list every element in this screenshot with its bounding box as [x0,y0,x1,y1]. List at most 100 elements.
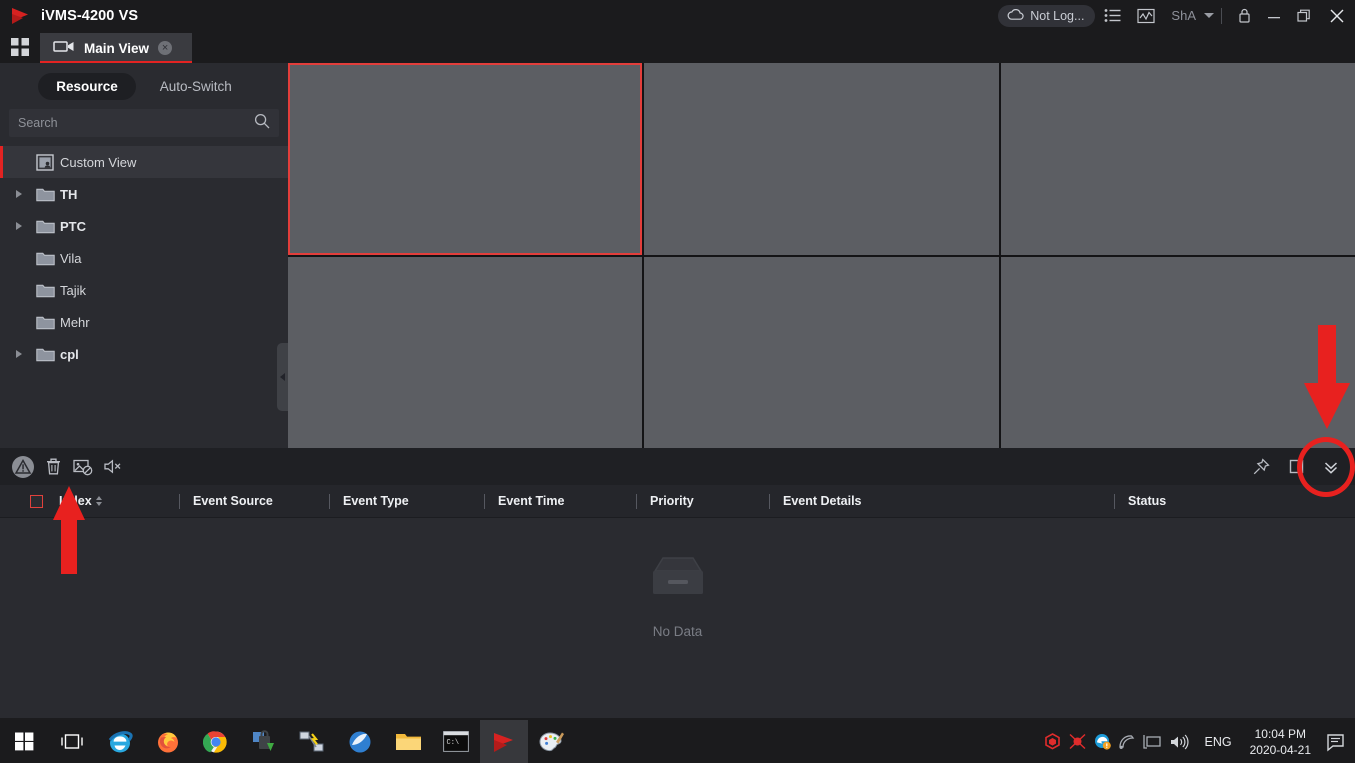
chrome-icon[interactable] [192,720,240,763]
sidebar-item-label: TH [60,187,77,202]
play-logo-icon [10,5,32,27]
tab-resource[interactable]: Resource [38,73,136,100]
column-header-event-time[interactable]: Event Time [484,485,636,518]
column-label: Event Time [498,494,564,508]
minimize-icon[interactable] [1259,0,1289,31]
language-indicator[interactable]: ENG [1195,735,1242,749]
chart-icon[interactable] [1129,0,1163,31]
column-header-index[interactable]: Index [59,485,179,518]
video-pane-4[interactable] [288,257,642,449]
empty-state-label: No Data [653,624,703,639]
maximize-icon[interactable] [1289,0,1319,31]
paint-icon[interactable] [528,720,576,763]
column-header-status[interactable]: Status [1114,485,1314,518]
apps-grid-icon[interactable] [0,31,40,63]
sidebar-item-custom-view[interactable]: Custom View [0,146,288,178]
tab-main-view[interactable]: Main View × [40,33,192,63]
command-prompt-icon[interactable]: C:\ [432,720,480,763]
sidebar-segment-control: Resource Auto-Switch [0,63,288,109]
search-input[interactable] [18,116,254,130]
clock-time: 10:04 PM [1250,726,1311,742]
app-title: iVMS-4200 VS [41,8,138,24]
camera-icon [53,39,75,58]
windows-start-icon[interactable] [0,720,48,763]
sidebar-item-tajik[interactable]: Tajik [0,274,288,306]
sidebar-item-cpl[interactable]: cpl [0,338,288,370]
circle-around-collapse-panel [1297,437,1355,497]
lock-icon[interactable] [1229,0,1259,31]
internet-explorer-icon[interactable] [96,720,144,763]
sidebar-item-label: cpl [60,347,79,362]
expand-arrow-icon[interactable] [8,190,30,198]
security-lock-icon[interactable] [240,720,288,763]
sidebar-item-mehr[interactable]: Mehr [0,306,288,338]
column-header-priority[interactable]: Priority [636,485,769,518]
title-bar: iVMS-4200 VS Not Log... [0,0,1355,31]
ivms-4200-icon[interactable] [480,720,528,763]
clock[interactable]: 10:04 PM 2020-04-21 [1242,726,1319,758]
folder-icon [30,251,60,266]
sidebar-item-th[interactable]: TH [0,178,288,210]
column-label: Status [1128,494,1166,508]
folder-icon [30,283,60,298]
sidebar-item-vila[interactable]: Vila [0,242,288,274]
tab-bar: Main View × [0,31,1355,63]
svg-text:C:\: C:\ [447,739,460,747]
select-all-checkbox[interactable] [30,495,43,508]
sidebar-item-label: Mehr [60,315,90,330]
close-icon[interactable] [1319,0,1355,31]
monitor-icon[interactable] [1140,720,1165,763]
alarm-warning-icon[interactable] [8,448,38,485]
column-header-event-details[interactable]: Event Details [769,485,1114,518]
image-off-icon[interactable] [68,448,98,485]
expand-arrow-icon[interactable] [8,350,30,358]
chevron-down-icon[interactable] [1204,13,1214,18]
video-pane-2[interactable] [644,63,998,255]
sidebar-item-label: Vila [60,251,81,266]
divider [1221,8,1222,24]
delete-icon[interactable] [38,448,68,485]
sort-arrows-icon[interactable] [96,496,102,506]
column-header-event-type[interactable]: Event Type [329,485,484,518]
close-icon[interactable]: × [158,41,172,55]
search-box[interactable] [9,109,279,137]
column-label: Event Type [343,494,409,508]
column-label: Index [59,494,92,508]
empty-state: No Data [0,555,1355,639]
search-icon[interactable] [254,113,270,134]
video-pane-1[interactable] [288,63,642,255]
folder-icon [30,315,60,330]
video-pane-3[interactable] [1001,63,1355,255]
alarm-event-table: Index Event Source Event Type Event Time… [0,485,1355,718]
pin-icon[interactable] [1246,448,1276,485]
edge-badge-icon[interactable] [1090,720,1115,763]
video-pane-6[interactable] [1001,257,1355,449]
column-header-event-source[interactable]: Event Source [179,485,329,518]
cloud-login-status[interactable]: Not Log... [998,5,1095,27]
sidebar-collapse-handle[interactable] [277,343,288,411]
firefox-icon[interactable] [144,720,192,763]
custom-view-icon [30,154,60,171]
tab-label: Main View [84,41,149,56]
cloud-status-label: Not Log... [1030,9,1084,23]
satellite-icon[interactable] [1115,720,1140,763]
list-icon[interactable] [1095,0,1129,31]
red-virus-icon[interactable] [1065,720,1090,763]
task-view-icon[interactable] [48,720,96,763]
network-transfer-icon[interactable] [288,720,336,763]
folder-icon [30,347,60,362]
mute-icon[interactable] [98,448,128,485]
sidebar-item-ptc[interactable]: PTC [0,210,288,242]
tab-auto-switch[interactable]: Auto-Switch [142,73,250,100]
volume-icon[interactable] [1165,720,1195,763]
action-center-icon[interactable] [1319,720,1355,763]
chevron-left-icon [280,373,285,381]
expand-arrow-icon[interactable] [8,222,30,230]
alarm-toolbar [0,448,1355,485]
blue-orb-app-icon[interactable] [336,720,384,763]
video-pane-5[interactable] [644,257,998,449]
red-hexagon-icon[interactable] [1040,720,1065,763]
file-explorer-icon[interactable] [384,720,432,763]
account-label[interactable]: ShA [1163,8,1196,23]
resource-sidebar: Resource Auto-Switch [0,63,288,448]
